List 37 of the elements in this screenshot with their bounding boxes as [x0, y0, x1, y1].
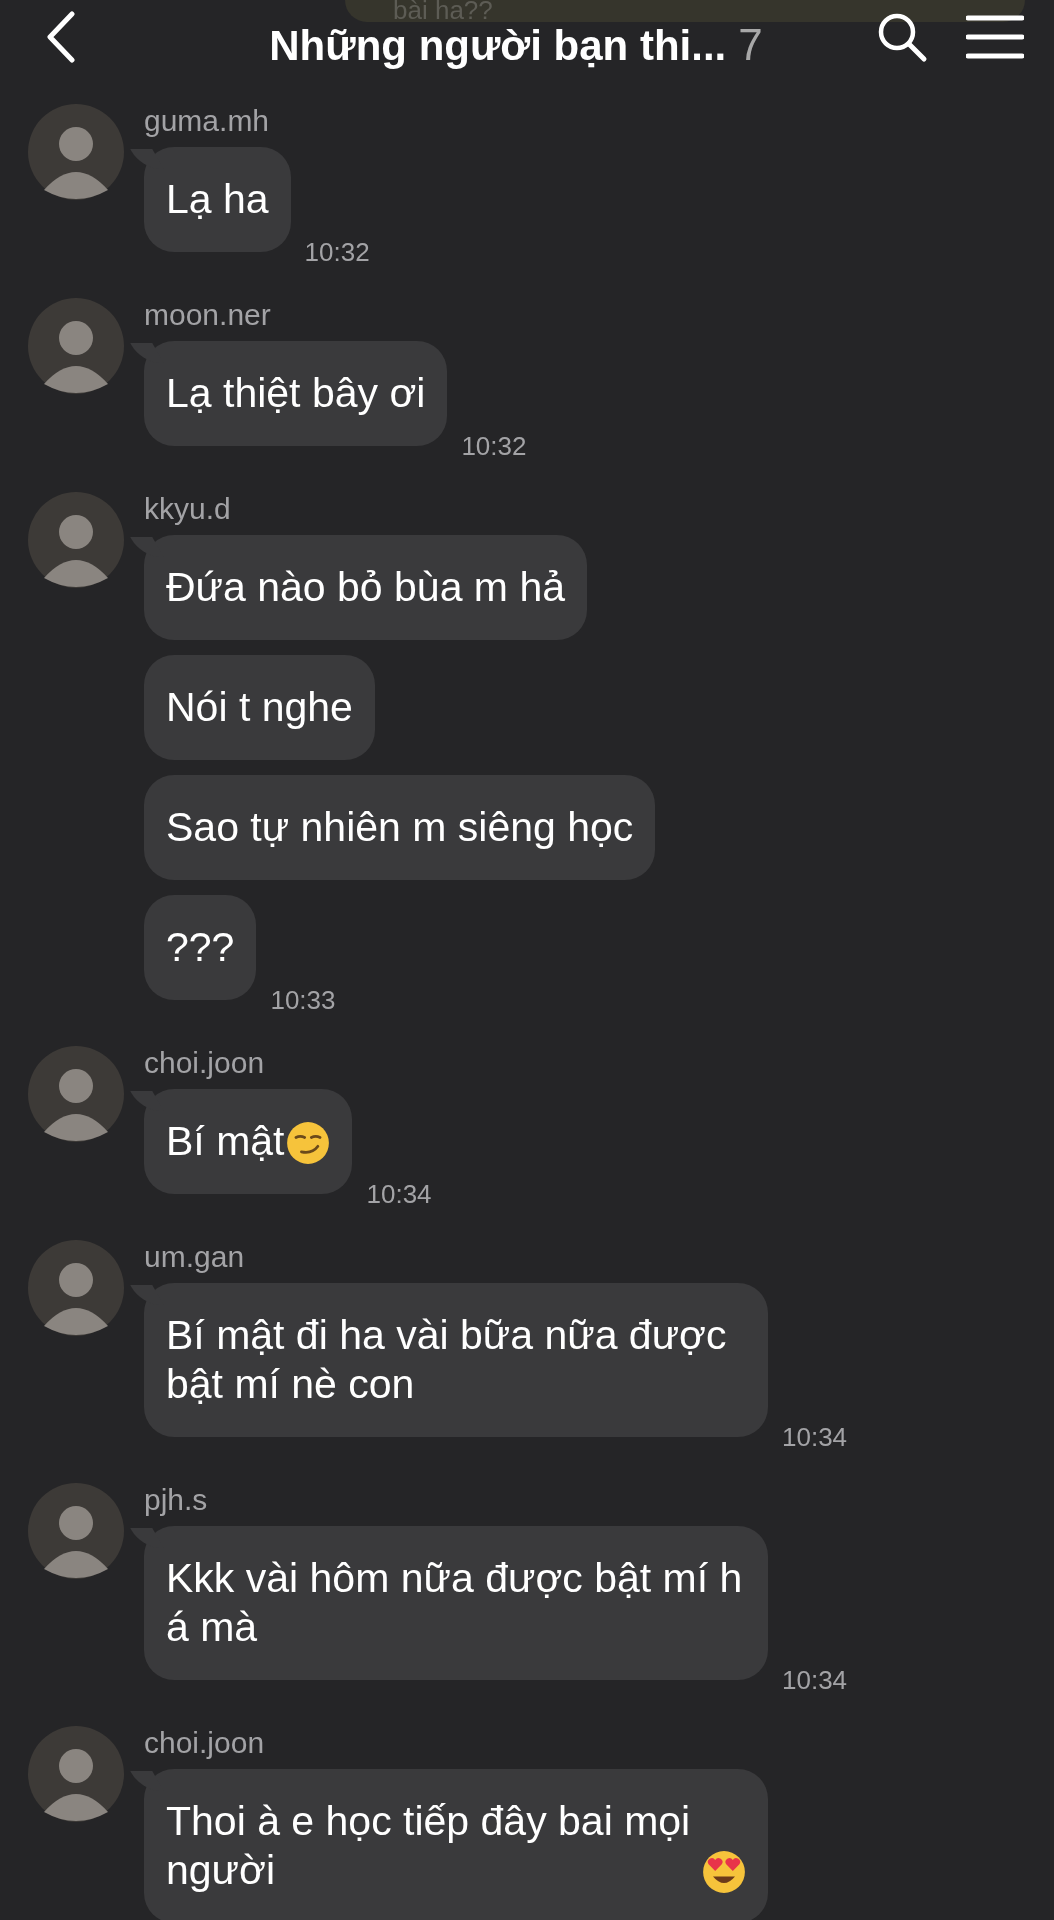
chat-title: Những người bạn thi...: [269, 23, 727, 68]
sender-name: guma.mh: [144, 104, 271, 138]
message-text: Lạ thiệt bây ơi: [166, 369, 426, 418]
sender-name: pjh.s: [144, 1483, 209, 1517]
message-time: 10:32: [304, 237, 370, 268]
back-icon[interactable]: [46, 11, 76, 63]
message-text: Lạ ha: [166, 175, 269, 224]
sender-name: moon.ner: [144, 298, 272, 332]
sender-name: choi.joon: [144, 1046, 266, 1080]
message-text: Thoi à e học tiếp đây bai mọi người: [166, 1797, 692, 1895]
sender-name: kkyu.d: [144, 492, 232, 526]
avatar-icon[interactable]: [28, 492, 124, 588]
message-text: Kkk vài hôm nữa được bật mí h á mà: [166, 1554, 744, 1652]
message-text: Đứa nào bỏ bùa m hả: [166, 563, 565, 612]
search-icon[interactable]: [876, 11, 928, 63]
sender-name: choi.joon: [144, 1726, 266, 1760]
heart-eyes-face-icon: [702, 1850, 746, 1894]
avatar-icon[interactable]: [28, 104, 124, 200]
message-text: Sao tự nhiên m siêng học: [166, 803, 634, 852]
avatar-icon[interactable]: [28, 1240, 124, 1336]
sender-name: um.gan: [144, 1240, 246, 1274]
message-time: 10:32: [461, 431, 527, 462]
smirking-face-icon: [286, 1121, 331, 1165]
message-time: 10:34: [366, 1179, 432, 1210]
avatar-icon[interactable]: [28, 1046, 124, 1142]
message-time: 10:34: [782, 1422, 848, 1453]
menu-icon[interactable]: [966, 14, 1024, 60]
avatar-icon[interactable]: [28, 1726, 124, 1822]
message-text: Bí mật đi ha vài bữa nữa được bật mí nè con: [166, 1311, 728, 1409]
message-text: Bí mật: [166, 1117, 285, 1166]
avatar-icon[interactable]: [28, 1483, 124, 1579]
member-count: 7: [738, 22, 763, 67]
message-text: ???: [166, 923, 235, 972]
message-time: 10:33: [270, 985, 336, 1016]
message-time: 10:34: [782, 1665, 848, 1696]
avatar-icon[interactable]: [28, 298, 124, 394]
message-text: Nói t nghe: [166, 683, 353, 732]
